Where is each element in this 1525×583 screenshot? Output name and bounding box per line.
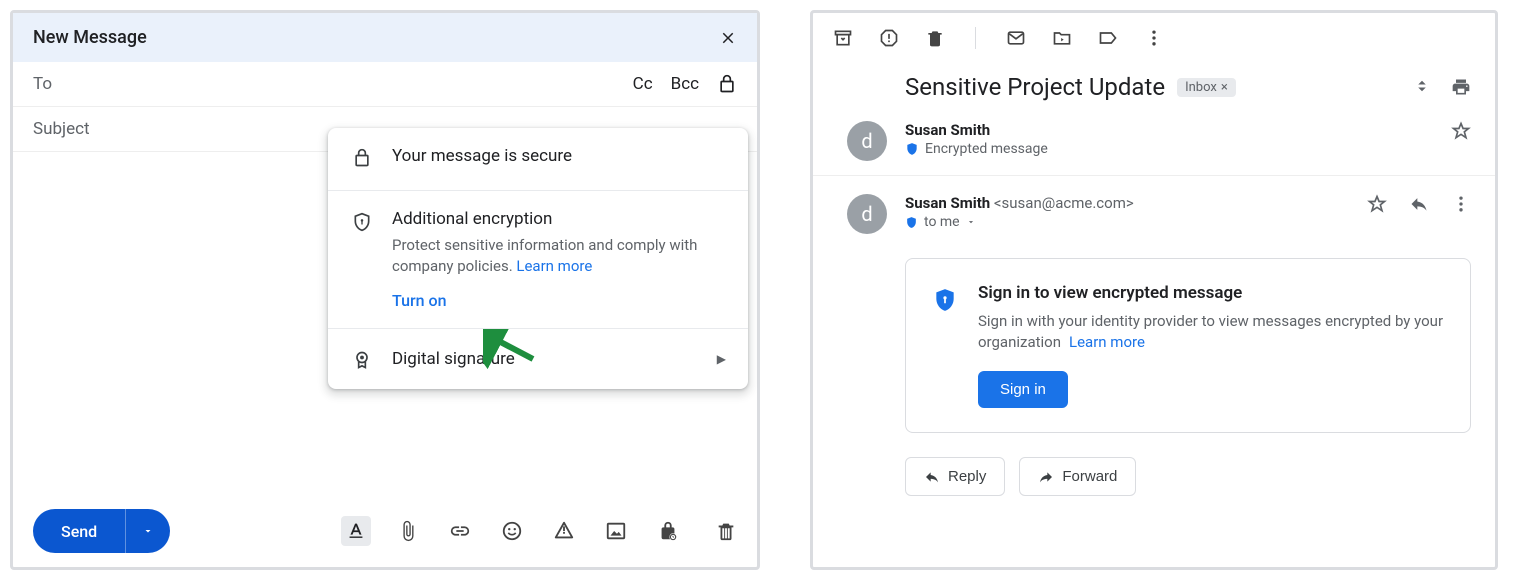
- move-to-icon[interactable]: [1052, 28, 1072, 48]
- compose-title: New Message: [33, 27, 147, 48]
- reply-icon[interactable]: [1409, 194, 1429, 214]
- print-icon[interactable]: [1451, 77, 1471, 97]
- star-icon[interactable]: [1367, 194, 1387, 214]
- details-dropdown-icon[interactable]: [966, 217, 976, 227]
- inbox-chip[interactable]: Inbox ×: [1177, 78, 1236, 97]
- format-icon[interactable]: [341, 516, 371, 546]
- image-icon[interactable]: [601, 516, 631, 546]
- to-label: To: [33, 74, 52, 94]
- encryption-row: Additional encryption Protect sensitive …: [328, 191, 748, 329]
- encrypted-label: Encrypted message: [925, 141, 1048, 157]
- to-field-row[interactable]: To Cc Bcc: [13, 62, 757, 107]
- label-icon[interactable]: [1098, 28, 1118, 48]
- message-subject: Sensitive Project Update: [905, 73, 1165, 101]
- signin-title: Sign in to view encrypted message: [978, 283, 1444, 303]
- discard-icon[interactable]: [715, 520, 737, 542]
- cc-button[interactable]: Cc: [633, 74, 653, 94]
- sender-email: <susan@acme.com>: [994, 194, 1134, 212]
- chevron-right-icon: ▶: [717, 352, 726, 366]
- security-popup: Your message is secure Additional encryp…: [328, 128, 748, 389]
- signin-desc: Sign in with your identity provider to v…: [978, 311, 1444, 353]
- lock-icon[interactable]: [717, 74, 737, 94]
- message-reader: Sensitive Project Update Inbox × d Susan…: [810, 10, 1498, 570]
- close-icon[interactable]: [719, 29, 737, 47]
- link-icon[interactable]: [445, 516, 475, 546]
- sender-name: Susan Smith: [905, 121, 1433, 139]
- expand-icon[interactable]: [1413, 77, 1431, 97]
- forward-button[interactable]: Forward: [1019, 457, 1136, 496]
- thread-summary-row[interactable]: d Susan Smith Encrypted message: [813, 111, 1495, 176]
- digital-signature-row[interactable]: Digital signature ▶: [328, 329, 748, 389]
- shield-icon: [905, 216, 918, 229]
- drive-icon[interactable]: [549, 516, 579, 546]
- secure-row: Your message is secure: [328, 128, 748, 191]
- compose-footer: Send: [13, 495, 757, 567]
- to-me-label: to me: [924, 214, 960, 230]
- emoji-icon[interactable]: [497, 516, 527, 546]
- badge-icon: [350, 347, 374, 371]
- mark-unread-icon[interactable]: [1006, 28, 1026, 48]
- spam-icon[interactable]: [879, 28, 899, 48]
- compose-header: New Message: [13, 13, 757, 62]
- digital-signature-label: Digital signature: [392, 349, 515, 369]
- more-icon[interactable]: [1144, 28, 1164, 48]
- encryption-title: Additional encryption: [392, 209, 726, 229]
- lock-icon: [350, 146, 374, 168]
- reply-forward-row: Reply Forward: [905, 457, 1495, 496]
- compose-toolbar: [341, 516, 683, 546]
- chip-remove-icon[interactable]: ×: [1221, 80, 1228, 95]
- message-header-row: d Susan Smith <susan@acme.com> to me: [813, 176, 1495, 234]
- reader-toolbar: [813, 13, 1495, 63]
- confidential-icon[interactable]: [653, 516, 683, 546]
- reply-button[interactable]: Reply: [905, 457, 1005, 496]
- secure-title: Your message is secure: [392, 146, 726, 166]
- bcc-button[interactable]: Bcc: [671, 74, 699, 94]
- sender-name: Susan Smith: [905, 194, 990, 212]
- encryption-desc: Protect sensitive information and comply…: [392, 235, 726, 277]
- send-button-main[interactable]: Send: [33, 509, 125, 553]
- encrypted-signin-box: Sign in to view encrypted message Sign i…: [905, 258, 1471, 433]
- send-more-button[interactable]: [125, 509, 170, 553]
- subject-placeholder: Subject: [33, 119, 90, 139]
- star-icon[interactable]: [1451, 121, 1471, 141]
- avatar: d: [847, 121, 887, 161]
- shield-icon: [350, 209, 374, 233]
- subject-line: Sensitive Project Update Inbox ×: [813, 63, 1495, 111]
- archive-icon[interactable]: [833, 28, 853, 48]
- more-icon[interactable]: [1451, 194, 1471, 214]
- toolbar-divider: [975, 27, 976, 49]
- shield-icon: [905, 142, 919, 156]
- turn-on-button[interactable]: Turn on: [392, 291, 726, 310]
- delete-icon[interactable]: [925, 28, 945, 48]
- learn-more-link[interactable]: Learn more: [1069, 333, 1145, 351]
- shield-icon: [932, 285, 958, 315]
- signin-button[interactable]: Sign in: [978, 371, 1068, 408]
- learn-more-link[interactable]: Learn more: [516, 257, 592, 275]
- compose-window: New Message To Cc Bcc Subject Your messa…: [10, 10, 760, 570]
- avatar: d: [847, 194, 887, 234]
- attach-icon[interactable]: [393, 516, 423, 546]
- send-button[interactable]: Send: [33, 509, 170, 553]
